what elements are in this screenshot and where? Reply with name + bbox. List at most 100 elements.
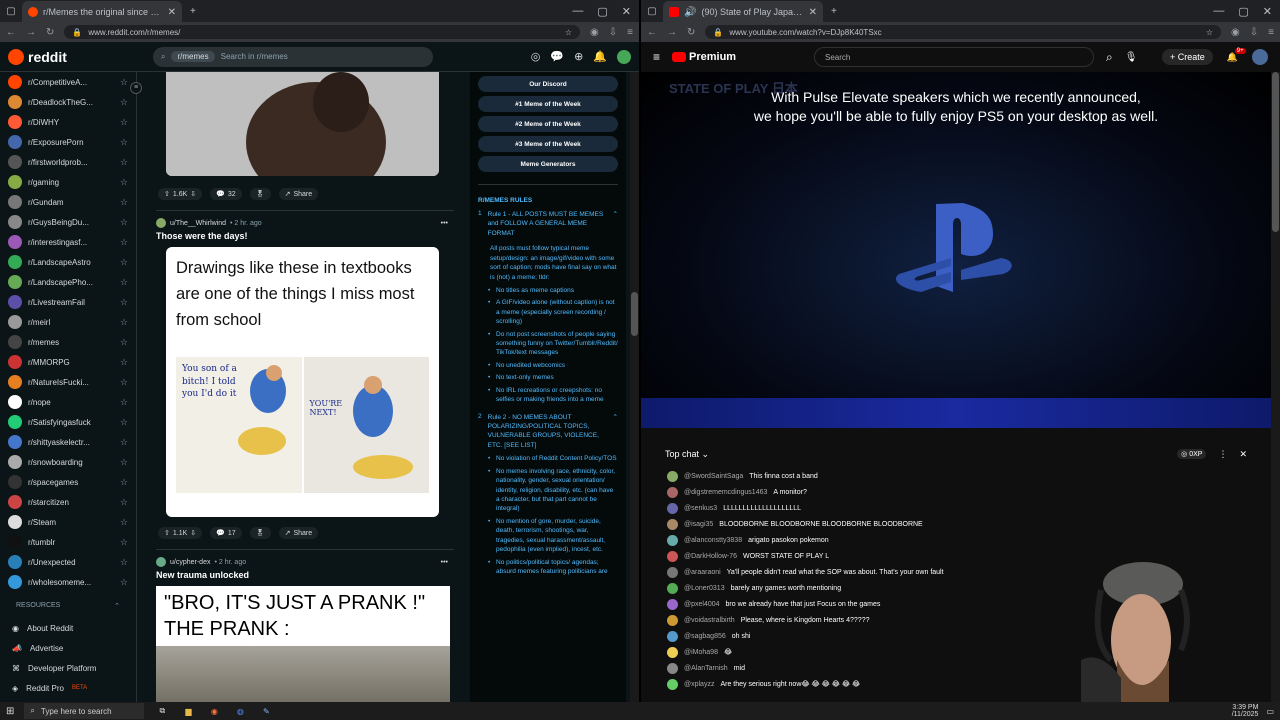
sidebar-community-item[interactable]: r/spacegames ☆ [8, 472, 128, 492]
chat-message[interactable]: @senkus3 LLLLLLLLLLLLLLLLLLLL [651, 500, 1261, 516]
star-icon[interactable]: ☆ [120, 217, 128, 228]
tab-menu-icon[interactable]: ▢ [641, 6, 663, 17]
sidebar-community-item[interactable]: r/nope ☆ [8, 392, 128, 412]
tab-menu-icon[interactable]: ▢ [0, 6, 22, 17]
star-icon[interactable]: ☆ [120, 557, 128, 568]
star-icon[interactable]: ☆ [120, 157, 128, 168]
chat-author[interactable]: @pxel4004 [684, 601, 720, 608]
reddit-search[interactable]: ⌕ r/memes Search in r/memes [153, 46, 433, 67]
bookmark-star-icon[interactable]: ☆ [565, 28, 572, 37]
ads-icon[interactable]: ◎ [531, 50, 541, 64]
url-field[interactable]: 🔒 www.youtube.com/watch?v=DJp8K40TSxc ☆ [705, 25, 1222, 39]
star-icon[interactable]: ☆ [120, 297, 128, 308]
bookmark-star-icon[interactable]: ☆ [1206, 28, 1213, 37]
microphone-icon[interactable]: 🎙 [1125, 52, 1138, 63]
create-button[interactable]: + Create [1162, 49, 1213, 65]
file-explorer-icon[interactable]: ▆ [180, 704, 196, 718]
chat-message[interactable]: @SwordSaintSaga This finna cost a band [651, 468, 1261, 484]
star-icon[interactable]: ☆ [120, 77, 128, 88]
forward-icon[interactable]: → [26, 27, 36, 38]
sidebar-community-item[interactable]: r/DiWHY ☆ [8, 112, 128, 132]
resource-reddit-pro[interactable]: ◈ Reddit Pro BETA [8, 678, 128, 698]
minimize-icon[interactable]: — [1213, 5, 1224, 18]
sidebar-link-button[interactable]: Meme Generators [478, 156, 618, 172]
chat-message[interactable]: @digstrememcdingus1463 A monitor? [651, 484, 1261, 500]
clock[interactable]: 3:39 PM /11/2025 [1232, 704, 1259, 718]
task-view-icon[interactable]: ⧉ [154, 704, 170, 718]
url-field[interactable]: 🔒 www.reddit.com/r/memes/ ☆ [64, 25, 581, 39]
app-icon[interactable]: ✎ [258, 704, 274, 718]
rule-2[interactable]: 2 Rule 2 - NO MEMES ABOUT POLARIZING/POL… [478, 413, 618, 451]
sidebar-community-item[interactable]: r/NatureIsFucki... ☆ [8, 372, 128, 392]
search-icon[interactable]: ⌕ [1106, 50, 1113, 65]
post-image[interactable] [166, 72, 439, 176]
reddit-logo[interactable]: reddit [8, 48, 153, 65]
more-options-icon[interactable]: ••• [441, 559, 460, 566]
close-tab-icon[interactable]: ✕ [809, 7, 817, 18]
chat-author[interactable]: @digstrememcdingus1463 [684, 489, 767, 496]
sidebar-community-item[interactable]: r/memes ☆ [8, 332, 128, 352]
resource-about[interactable]: ◉ About Reddit [8, 618, 128, 638]
sidebar-community-item[interactable]: r/shittyaskelectr... ☆ [8, 432, 128, 452]
chevron-up-icon[interactable]: ⌃ [613, 413, 618, 451]
sidebar-community-item[interactable]: r/GuysBeingDu... ☆ [8, 212, 128, 232]
new-tab-icon[interactable]: + [182, 6, 196, 17]
resources-header[interactable]: RESOURCES ⌃ [8, 602, 128, 618]
youtube-search-input[interactable]: Search [814, 47, 1095, 67]
sidebar-community-item[interactable]: r/wholesomeme... ☆ [8, 572, 128, 592]
forward-icon[interactable]: → [667, 27, 677, 38]
chat-message[interactable]: @alanconstty3838 arigato pasokon pokemon [651, 532, 1261, 548]
scrollbar-thumb[interactable] [1272, 72, 1279, 232]
new-tab-icon[interactable]: + [823, 6, 837, 17]
post-image[interactable]: Drawings like these in textbooks are one… [166, 247, 439, 517]
sidebar-community-item[interactable]: r/LandscapePho... ☆ [8, 272, 128, 292]
chat-author[interactable]: @xplayzz [684, 681, 714, 688]
windows-start-icon[interactable]: ⊞ [6, 706, 14, 717]
video-player[interactable]: STATE OF PLAY 日本 With Pulse Elevate spea… [641, 72, 1271, 428]
close-tab-icon[interactable]: ✕ [168, 7, 176, 18]
reload-icon[interactable]: ↻ [46, 27, 54, 38]
audio-icon[interactable]: 🔊 [684, 7, 696, 18]
create-post-icon[interactable]: ⊕ [574, 50, 583, 64]
sidebar-link-button[interactable]: Our Discord [478, 76, 618, 92]
sidebar-community-item[interactable]: r/CompetitiveA... ☆ [8, 72, 128, 92]
sidebar-community-item[interactable]: r/firstworldprob... ☆ [8, 152, 128, 172]
star-icon[interactable]: ☆ [120, 97, 128, 108]
star-icon[interactable]: ☆ [120, 577, 128, 588]
star-icon[interactable]: ☆ [120, 497, 128, 508]
sidebar-community-item[interactable]: r/snowboarding ☆ [8, 452, 128, 472]
star-icon[interactable]: ☆ [120, 117, 128, 128]
page-scrollbar[interactable] [1271, 72, 1280, 702]
collapse-sidebar-icon[interactable]: ≡ [130, 82, 142, 94]
close-window-icon[interactable]: ✕ [622, 5, 631, 18]
sidebar-community-item[interactable]: r/DeadlockTheG... ☆ [8, 92, 128, 112]
chrome-icon[interactable]: ◍ [232, 704, 248, 718]
youtube-premium-logo[interactable]: Premium [672, 51, 802, 63]
download-icon[interactable]: ⇩ [609, 27, 617, 38]
chat-author[interactable]: @voidastralbirth [684, 617, 735, 624]
tab-youtube[interactable]: 🔊 (90) State of Play Japan | N ✕ [663, 1, 823, 23]
taskbar-search[interactable]: ⌕ Type here to search [24, 703, 145, 719]
star-icon[interactable]: ☆ [120, 197, 128, 208]
resource-developer[interactable]: ⌘ Developer Platform [8, 658, 128, 678]
comments-button[interactable]: 💬 17 [210, 527, 242, 539]
chat-author[interactable]: @senkus3 [684, 505, 717, 512]
sidebar-link-button[interactable]: #2 Meme of the Week [478, 116, 618, 132]
close-window-icon[interactable]: ✕ [1263, 5, 1272, 18]
download-icon[interactable]: ⇩ [1250, 27, 1258, 38]
close-chat-icon[interactable]: ✕ [1239, 449, 1247, 460]
firefox-icon[interactable]: ◉ [206, 704, 222, 718]
star-icon[interactable]: ☆ [120, 437, 128, 448]
chat-author[interactable]: @sagbag856 [684, 633, 726, 640]
search-community-chip[interactable]: r/memes [171, 51, 215, 62]
star-icon[interactable]: ☆ [120, 237, 128, 248]
page-scrollbar[interactable] [630, 72, 639, 702]
scrollbar-thumb[interactable] [631, 292, 638, 336]
sidebar-community-item[interactable]: r/Gundam ☆ [8, 192, 128, 212]
post-author[interactable]: u/The__Whirlwind [170, 220, 226, 227]
award-button[interactable]: 🎖 [249, 527, 271, 539]
sidebar-community-item[interactable]: r/ExposurePorn ☆ [8, 132, 128, 152]
back-icon[interactable]: ← [647, 27, 657, 38]
award-button[interactable]: 🎖 [249, 188, 271, 200]
post-author[interactable]: u/cypher-dex [170, 559, 210, 566]
